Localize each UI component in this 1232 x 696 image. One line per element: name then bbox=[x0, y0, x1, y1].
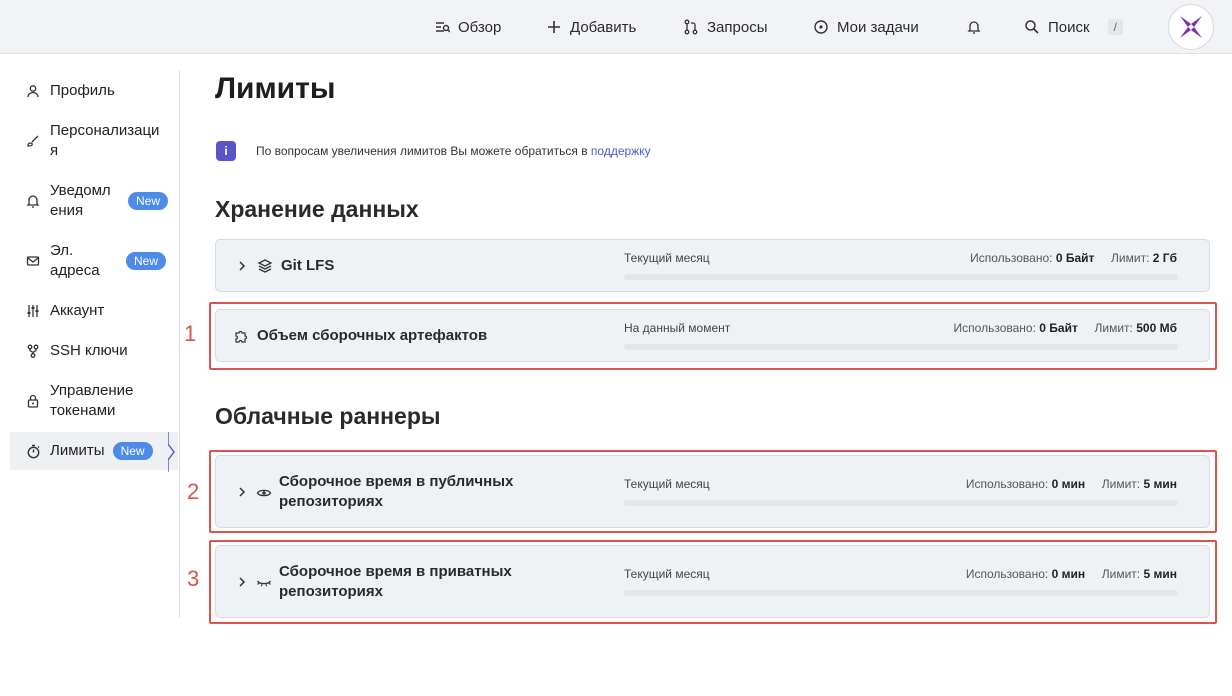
search-shortcut-key: / bbox=[1107, 19, 1123, 35]
sidebar-item-emails[interactable]: Эл. адреса New bbox=[10, 240, 178, 282]
used-label: Использовано: bbox=[970, 251, 1053, 265]
sidebar-item-profile[interactable]: Профиль bbox=[10, 80, 178, 102]
notifications-button[interactable] bbox=[966, 0, 990, 54]
limit-period: Текущий месяц bbox=[624, 251, 710, 265]
nav-overview-label: Обзор bbox=[458, 18, 502, 36]
active-item-indicator bbox=[168, 432, 175, 472]
nav-my-tasks[interactable]: Мои задачи bbox=[813, 0, 919, 54]
bell-icon bbox=[967, 21, 981, 34]
annotation-number-1: 1 bbox=[184, 321, 197, 346]
sliders-icon bbox=[24, 304, 42, 318]
top-navigation-bar: Обзор Добавить Запросы Мои задачи Поиск … bbox=[0, 0, 1232, 54]
plus-icon bbox=[548, 21, 560, 33]
nav-requests-label: Запросы bbox=[707, 18, 768, 36]
annotation-number-2: 2 bbox=[187, 479, 200, 504]
nav-my-tasks-label: Мои задачи bbox=[837, 18, 919, 36]
used-value: 0 Байт bbox=[1055, 251, 1095, 265]
overview-icon bbox=[436, 22, 450, 33]
nav-search[interactable]: Поиск / bbox=[1024, 0, 1123, 54]
sidebar-item-personalization[interactable]: Персонализаци я bbox=[10, 120, 178, 162]
search-icon bbox=[1025, 20, 1039, 34]
settings-sidebar: Профиль Персонализаци я Уведомл ения New Э… bbox=[10, 70, 180, 618]
info-icon: i bbox=[216, 141, 236, 161]
nav-overview[interactable]: Обзор bbox=[434, 0, 501, 54]
chevron-right-icon bbox=[239, 261, 246, 271]
sidebar-item-label: Лимиты bbox=[50, 442, 105, 459]
highlight-box-3 bbox=[209, 540, 1217, 624]
sidebar-item-notifications[interactable]: Уведомл ения New bbox=[10, 180, 178, 222]
sidebar-item-label: Аккаунт bbox=[50, 302, 105, 319]
new-badge: New bbox=[126, 252, 167, 270]
highlight-box-2 bbox=[209, 450, 1217, 533]
new-badge: New bbox=[128, 192, 169, 210]
sidebar-item-label: Управление токенами bbox=[50, 382, 134, 419]
user-icon bbox=[24, 84, 42, 98]
nav-add-label: Добавить bbox=[570, 18, 637, 36]
page-title: Лимиты bbox=[215, 72, 336, 105]
new-badge: New bbox=[112, 442, 153, 460]
limit-stats: Использовано: 0 Байт Лимит: 2 Гб bbox=[970, 251, 1177, 265]
sidebar-item-ssh-keys[interactable]: SSH ключи bbox=[10, 340, 178, 362]
key-icon bbox=[24, 344, 42, 358]
stopwatch-icon bbox=[24, 444, 42, 459]
support-link[interactable]: поддержку bbox=[591, 144, 651, 158]
sidebar-item-account[interactable]: Аккаунт bbox=[10, 300, 178, 322]
brush-icon bbox=[24, 134, 42, 148]
sidebar-item-limits[interactable]: Лимиты New bbox=[10, 432, 178, 470]
annotation-number-3: 3 bbox=[187, 566, 200, 591]
sidebar-item-label: Уведомл ения bbox=[50, 182, 111, 219]
storage-heading: Хранение данных bbox=[215, 196, 419, 222]
sidebar-item-label: SSH ключи bbox=[50, 342, 128, 359]
limit-label: Лимит: bbox=[1111, 251, 1150, 265]
logo-icon bbox=[1180, 16, 1202, 38]
bell-icon bbox=[24, 194, 42, 208]
nav-requests[interactable]: Запросы bbox=[683, 0, 768, 54]
nav-add[interactable]: Добавить bbox=[546, 0, 636, 54]
limit-card-git-lfs[interactable]: Git LFS Текущий месяц Использовано: 0 Ба… bbox=[215, 239, 1210, 292]
limit-value: 2 Гб bbox=[1152, 251, 1177, 265]
sidebar-item-token-management[interactable]: Управление токенами bbox=[10, 380, 178, 422]
layers-icon bbox=[257, 259, 273, 273]
highlight-box-1 bbox=[209, 302, 1217, 370]
info-notice: i По вопросам увеличения лимитов Вы може… bbox=[216, 141, 651, 161]
user-avatar[interactable] bbox=[1168, 4, 1214, 50]
sidebar-item-label: Персонализаци я bbox=[50, 122, 160, 159]
pull-request-icon bbox=[684, 19, 698, 35]
target-icon bbox=[814, 20, 828, 34]
sidebar-item-label: Профиль bbox=[50, 82, 115, 99]
usage-progress-bar bbox=[624, 274, 1178, 280]
lock-icon bbox=[24, 394, 42, 408]
nav-search-label: Поиск bbox=[1048, 18, 1090, 36]
mail-icon bbox=[24, 254, 42, 268]
info-text-body: По вопросам увеличения лимитов Вы можете… bbox=[256, 144, 591, 158]
sidebar-item-label: Эл. адреса bbox=[50, 242, 100, 279]
cloud-runners-heading: Облачные раннеры bbox=[215, 403, 441, 429]
info-text: По вопросам увеличения лимитов Вы можете… bbox=[256, 144, 651, 158]
limit-title: Git LFS bbox=[281, 257, 335, 274]
